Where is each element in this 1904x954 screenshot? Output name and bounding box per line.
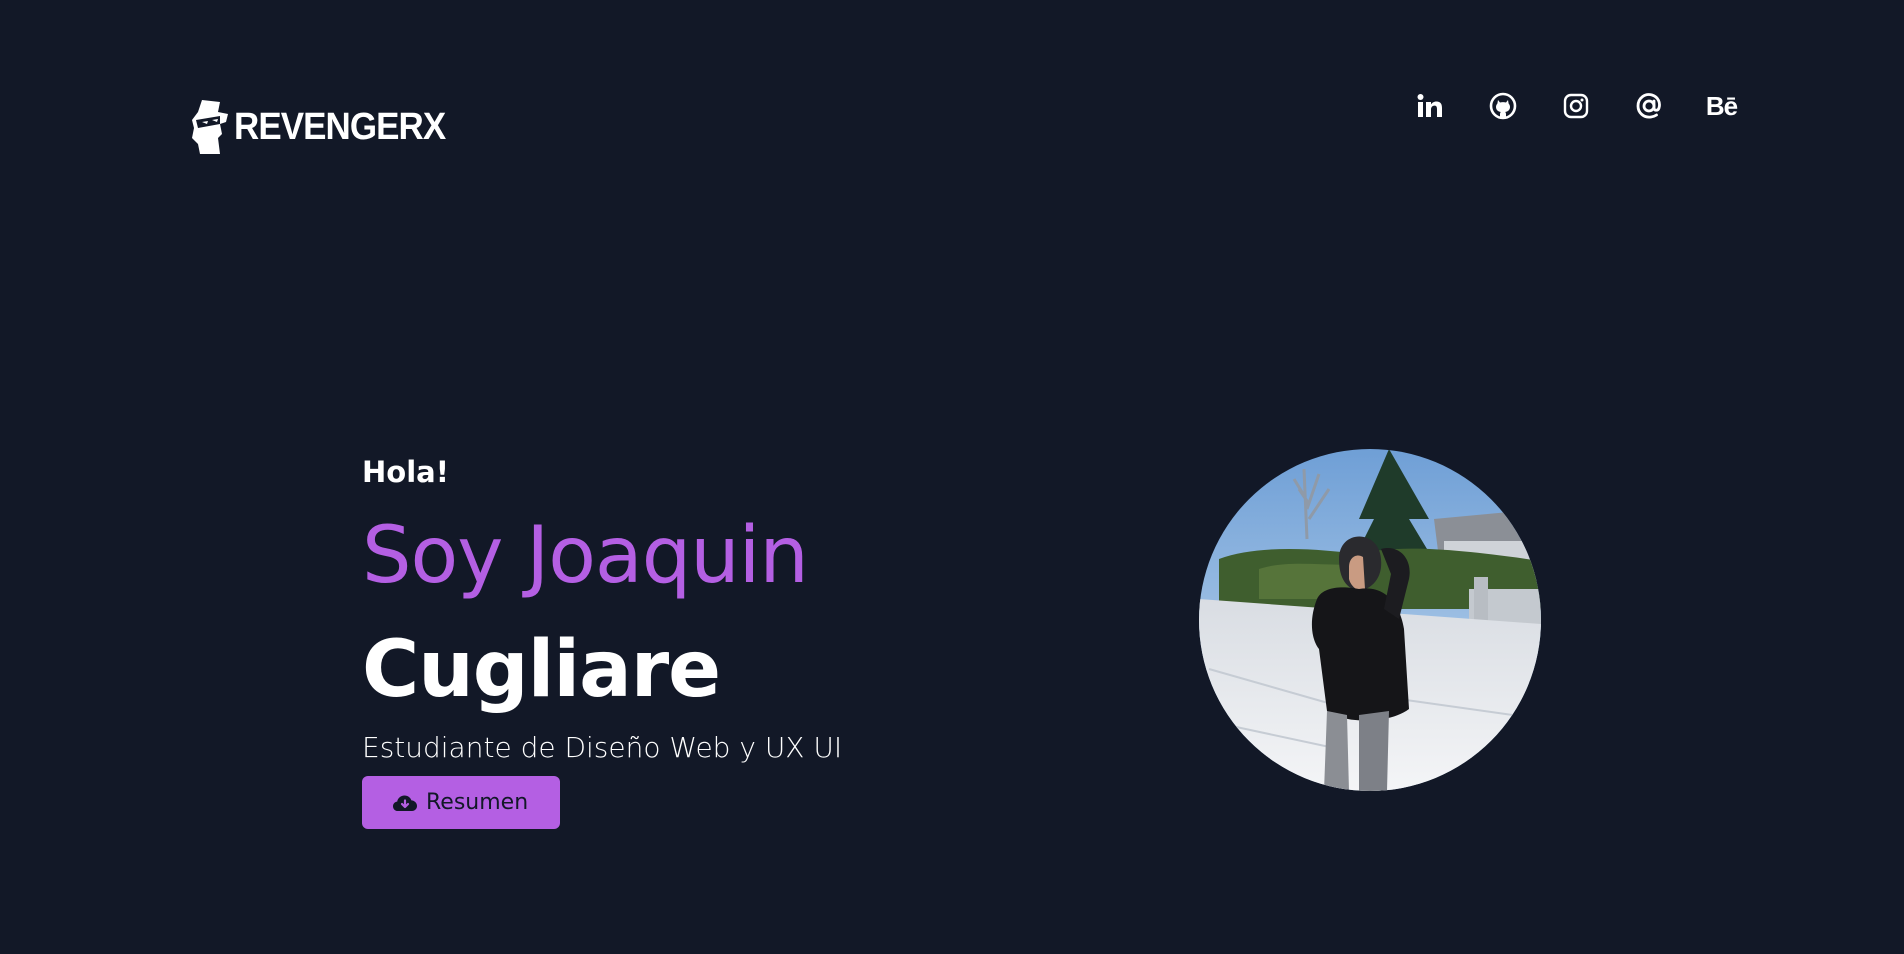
name-last-line: Cugliare xyxy=(362,625,721,715)
greeting-text: Hola! xyxy=(362,455,449,489)
email-link[interactable] xyxy=(1612,86,1685,126)
github-icon xyxy=(1489,92,1516,120)
role-subtitle: Estudiante de Diseño Web y UX UI xyxy=(362,731,843,764)
ninja-head-icon xyxy=(192,100,228,154)
email-icon xyxy=(1636,93,1661,119)
github-link[interactable] xyxy=(1466,86,1539,126)
hero-intro: Hola! Soy Joaquin Cugliare Estudiante de… xyxy=(362,448,842,829)
instagram-link[interactable] xyxy=(1539,86,1612,126)
linkedin-icon xyxy=(1417,94,1442,117)
resume-button[interactable]: Resumen xyxy=(362,776,561,829)
name-first-line: Soy Joaquin xyxy=(362,511,809,601)
linkedin-link[interactable] xyxy=(1393,86,1466,126)
brand-logo[interactable]: REVENGERX xyxy=(190,98,464,156)
brand-name: REVENGERX xyxy=(234,105,446,148)
social-links: Bē xyxy=(1393,86,1758,126)
resume-button-label: Resumen xyxy=(426,790,529,815)
cloud-download-icon xyxy=(393,795,417,811)
behance-icon: Bē xyxy=(1705,90,1738,121)
profile-photo xyxy=(1199,449,1541,791)
portfolio-page: REVENGERX Bē Hola! Soy Joaquin Cugliare … xyxy=(0,0,1904,954)
behance-link[interactable]: Bē xyxy=(1685,86,1758,126)
instagram-icon xyxy=(1563,93,1588,119)
